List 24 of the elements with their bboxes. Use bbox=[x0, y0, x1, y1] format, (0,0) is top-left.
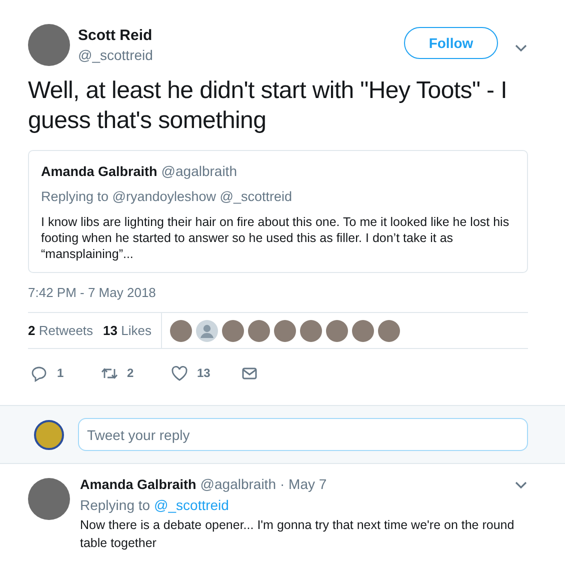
user-name: Scott Reid bbox=[78, 26, 154, 45]
like-action-button[interactable]: 13 bbox=[168, 364, 238, 382]
reply-user-name: Amanda Galbraith bbox=[80, 476, 196, 494]
mention-link[interactable]: @_scottreid bbox=[154, 495, 229, 516]
tweet-text: Well, at least he didn't start with "Hey Toots" - I guess that's something bbox=[28, 76, 508, 136]
replying-to-text: Replying to @ryandoyleshow @_scottreid bbox=[41, 188, 294, 206]
quoted-tweet-text: I know libs are lighting their hair on fire about this one. To me it looked like he lost his footing when he started to answer so he used this as filler. I don’t take it as “mansplaining”... bbox=[41, 214, 510, 262]
reply-input-field[interactable]: Tweet your reply bbox=[78, 418, 528, 451]
user-handle: @_scottreid bbox=[78, 46, 154, 65]
retweet-action-button[interactable]: 2 bbox=[98, 364, 168, 382]
follow-button[interactable]: Follow bbox=[404, 27, 498, 59]
stat-link[interactable]: 13 Likes bbox=[103, 320, 152, 340]
tweet-timestamp: 7:42 PM - 7 May 2018 bbox=[28, 284, 157, 302]
action-count: 2 bbox=[127, 365, 134, 382]
reply-user-handle: @agalbraith bbox=[200, 475, 276, 494]
stat-link[interactable]: 2 Retweets bbox=[28, 320, 94, 340]
action-count: 13 bbox=[197, 365, 210, 382]
reply-text: Now there is a debate opener... I'm gonna try that next time we're on the round table together bbox=[80, 517, 516, 552]
reply-date: · May 7 bbox=[280, 475, 327, 494]
quoted-user-name: Amanda Galbraith bbox=[41, 163, 158, 181]
quoted-user-handle: @agalbraith bbox=[161, 162, 237, 181]
replying-to-label: Replying to bbox=[80, 496, 150, 516]
reply-action-button[interactable]: 1 bbox=[28, 364, 98, 382]
action-count: 1 bbox=[57, 365, 64, 382]
